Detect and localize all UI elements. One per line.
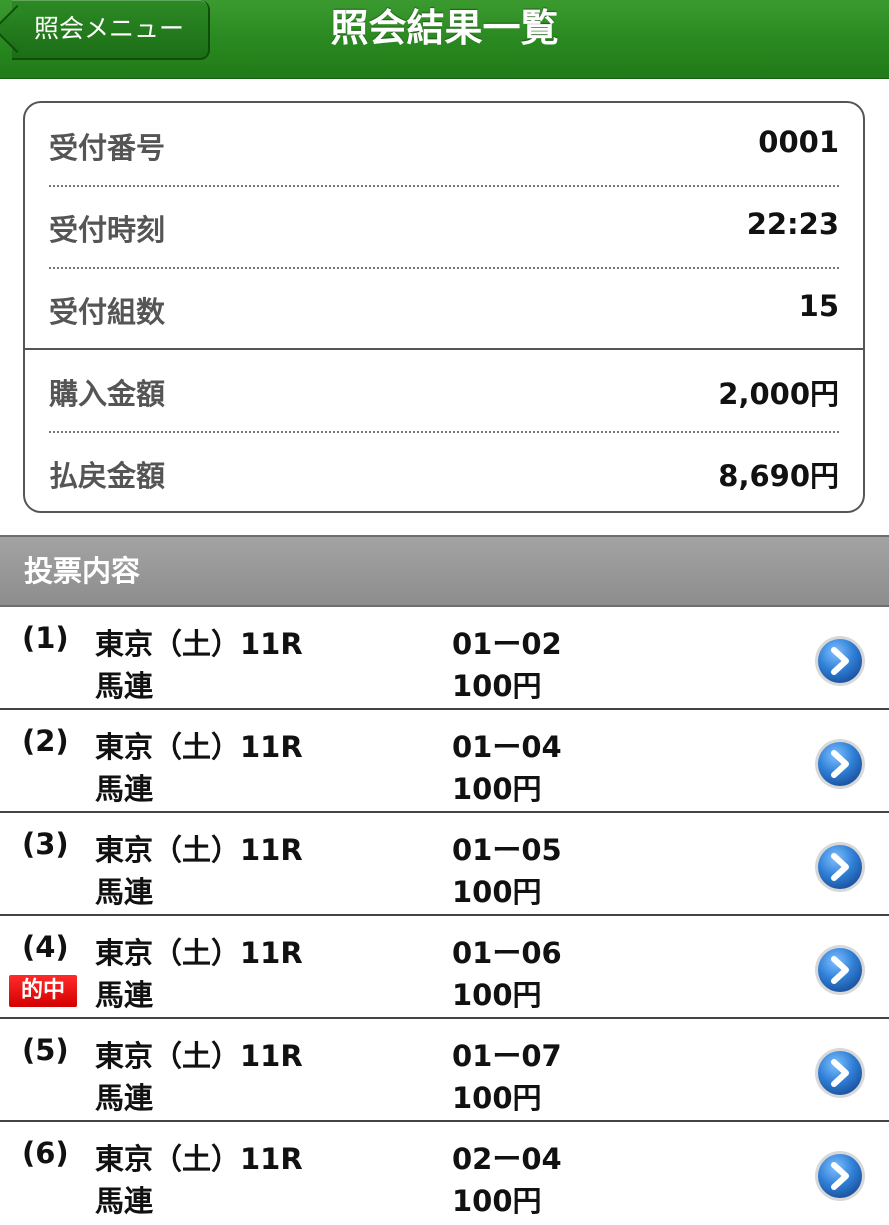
summary-label: 購入金額 — [49, 377, 166, 411]
summary-card: 受付番号 0001 受付時刻 22:23 受付組数 15 購入金額 2,000円… — [23, 101, 865, 513]
summary-row-payout-amount: 払戻金額 8,690円 — [49, 431, 839, 513]
summary-label: 払戻金額 — [49, 459, 166, 493]
bet-amount: 100円 — [452, 669, 542, 703]
bet-row[interactable]: (2) 東京（土）11R 馬連 01ー04 100円 — [0, 710, 889, 813]
bet-number: (1) — [22, 621, 69, 655]
bet-race: 東京（土）11R — [95, 1039, 303, 1073]
summary-value: 8,690円 — [718, 459, 839, 493]
hit-badge: 的中 — [9, 975, 77, 1007]
bet-number: (4) — [22, 930, 69, 964]
nav-bar: 照会メニュー 照会結果一覧 — [0, 0, 889, 79]
summary-row-receipt-number: 受付番号 0001 — [49, 103, 839, 185]
bet-combination: 01ー06 — [452, 936, 562, 970]
bet-row[interactable]: (3) 東京（土）11R 馬連 01ー05 100円 — [0, 813, 889, 916]
bet-combination: 01ー05 — [452, 833, 562, 867]
page-title: 照会結果一覧 — [330, 6, 559, 50]
bet-row[interactable]: (5) 東京（土）11R 馬連 01ー07 100円 — [0, 1019, 889, 1122]
summary-row-set-count: 受付組数 15 — [49, 267, 839, 349]
bet-amount: 100円 — [452, 772, 542, 806]
bet-combination: 01ー02 — [452, 627, 562, 661]
bet-row[interactable]: (6) 東京（土）11R 馬連 02ー04 100円 — [0, 1122, 889, 1225]
bet-amount: 100円 — [452, 1184, 542, 1218]
bet-row[interactable]: (4) 的中 東京（土）11R 馬連 01ー06 100円 — [0, 916, 889, 1019]
section-header-bet-contents: 投票内容 — [0, 535, 889, 607]
bet-amount: 100円 — [452, 978, 542, 1012]
chevron-right-circle-icon[interactable] — [813, 634, 867, 688]
summary-label: 受付組数 — [49, 295, 166, 329]
bet-amount: 100円 — [452, 1081, 542, 1115]
chevron-right-circle-icon[interactable] — [813, 737, 867, 791]
chevron-right-circle-icon[interactable] — [813, 943, 867, 997]
bet-combination: 02ー04 — [452, 1142, 562, 1176]
bet-type: 馬連 — [95, 669, 154, 703]
chevron-right-circle-icon[interactable] — [813, 840, 867, 894]
bet-race: 東京（土）11R — [95, 627, 303, 661]
chevron-right-circle-icon[interactable] — [813, 1046, 867, 1100]
bet-number: (2) — [22, 724, 69, 758]
bet-type: 馬連 — [95, 978, 154, 1012]
bet-race: 東京（土）11R — [95, 936, 303, 970]
summary-row-receipt-time: 受付時刻 22:23 — [49, 185, 839, 267]
bet-number: (3) — [22, 827, 69, 861]
summary-value: 22:23 — [746, 207, 839, 241]
bet-type: 馬連 — [95, 1184, 154, 1218]
bet-number: (5) — [22, 1033, 69, 1067]
bet-combination: 01ー07 — [452, 1039, 562, 1073]
bet-type: 馬連 — [95, 875, 154, 909]
summary-label: 受付時刻 — [49, 213, 166, 247]
summary-value: 0001 — [758, 125, 839, 159]
summary-value: 15 — [798, 289, 839, 323]
bet-number: (6) — [22, 1136, 69, 1170]
bet-type: 馬連 — [95, 1081, 154, 1115]
bet-race: 東京（土）11R — [95, 1142, 303, 1176]
chevron-right-circle-icon[interactable] — [813, 1149, 867, 1203]
bet-combination: 01ー04 — [452, 730, 562, 764]
summary-row-purchase-amount: 購入金額 2,000円 — [49, 349, 839, 431]
bet-row[interactable]: (1) 東京（土）11R 馬連 01ー02 100円 — [0, 607, 889, 710]
bet-race: 東京（土）11R — [95, 833, 303, 867]
bet-type: 馬連 — [95, 772, 154, 806]
bet-amount: 100円 — [452, 875, 542, 909]
summary-label: 受付番号 — [49, 131, 166, 165]
summary-value: 2,000円 — [718, 377, 839, 411]
bet-race: 東京（土）11R — [95, 730, 303, 764]
